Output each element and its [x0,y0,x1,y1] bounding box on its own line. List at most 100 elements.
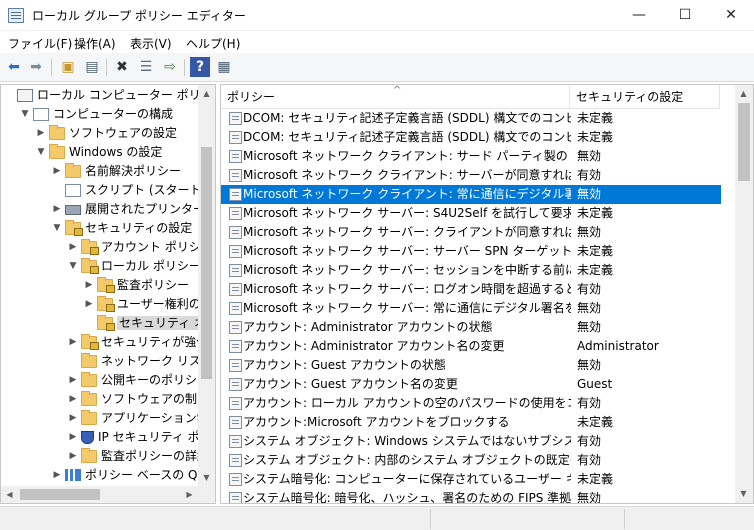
scroll-up-arrow-icon[interactable]: ▲ [198,85,215,102]
tree-item[interactable]: ▶ 展開されたプリンター [51,200,205,219]
folder-icon [49,125,65,140]
policy-row[interactable]: システム暗号化: 暗号化、ハッシュ、署名のための FIPS 準拠アルゴリ... 無… [221,489,721,503]
column-header-policy[interactable]: ポリシー ^ [221,85,570,109]
collapsed-chevron-icon[interactable]: ▶ [51,466,63,485]
menu-file[interactable]: ファイル(F) [8,35,72,52]
forward-arrow-icon[interactable]: ➡ [26,57,46,77]
tree-item[interactable]: セキュリティ オプ [83,314,215,333]
tree-item-label: 名前解決ポリシー [85,164,182,178]
lockfolder-icon [65,220,83,236]
list-scroll-thumb[interactable] [738,103,750,181]
tree-item[interactable]: スクリプト (スタートアップ [51,181,215,200]
tree-item[interactable]: ▶ 名前解決ポリシー [51,162,181,181]
tree-item[interactable]: ▶ アプリケーション制御 [67,409,215,428]
tree-item[interactable]: ▶ セキュリティが強化さ [67,333,215,352]
tree-item[interactable]: ▶ ソフトウェアの設定 [35,124,177,143]
collapsed-chevron-icon[interactable]: ▶ [67,238,79,257]
collapsed-chevron-icon[interactable]: ▶ [51,200,63,219]
policy-row[interactable]: システム暗号化: コンピューターに保存されているユーザー キーに強力な... 未定… [221,470,721,489]
policy-row[interactable]: アカウント: Guest アカウントの状態 無効 [221,356,721,375]
tree-item[interactable]: ▼ コンピューターの構成 [19,105,173,124]
close-button[interactable]: ✕ [708,0,754,31]
policy-row[interactable]: アカウント: ローカル アカウントの空のパスワードの使用をコンソール ログ...… [221,394,721,413]
tree-item[interactable]: ▶ ソフトウェアの制限の [67,390,215,409]
tree-item[interactable]: ▼ ローカル ポリシー [67,257,201,276]
show-hide-tree-icon[interactable]: ▤ [82,57,102,77]
collapsed-chevron-icon[interactable]: ▶ [83,295,95,314]
window-title: ローカル グループ ポリシー エディター [32,9,246,23]
policy-setting-value: Guest [577,377,613,391]
expanded-chevron-icon[interactable]: ▼ [51,219,63,238]
list-scroll-down-arrow-icon[interactable]: ▼ [735,485,752,502]
expanded-chevron-icon[interactable]: ▼ [35,143,47,162]
tree-item[interactable]: ▶ アカウント ポリシー [67,238,213,257]
minimize-button[interactable]: — [616,0,662,31]
tree-item[interactable]: ネットワーク リスト マ [67,352,215,371]
tree-item[interactable]: ▼ セキュリティの設定 [51,219,192,238]
policy-name: Microsoft ネットワーク サーバー: 常に通信にデジタル署名を行う [243,301,571,315]
column-header-setting[interactable]: セキュリティの設定 [570,85,720,109]
policy-row[interactable]: Microsoft ネットワーク サーバー: ログオン時間を超過するとクライア.… [221,280,721,299]
collapsed-chevron-icon[interactable]: ▶ [67,390,79,409]
policy-row[interactable]: Microsoft ネットワーク サーバー: サーバー SPN ターゲット名検証… [221,242,721,261]
menu-action[interactable]: 操作(A) [74,35,116,52]
policy-row[interactable]: システム オブジェクト: 内部のシステム オブジェクトの既定のアクセス許... 有… [221,451,721,470]
tree-item[interactable]: ▶ IP セキュリティ ポリシ [67,428,215,447]
tree-item[interactable]: ▶ 監査ポリシー [83,276,189,295]
tree-item[interactable]: ▶ ユーザー権利の割 [83,295,213,314]
policy-row[interactable]: DCOM: セキュリティ記述子定義言語 (SDDL) 構文でのコンピュータ...… [221,128,721,147]
lockfolder-icon [97,277,115,293]
policy-row[interactable]: Microsoft ネットワーク クライアント: サーバーが同意すれば、通信に.… [221,166,721,185]
collapsed-chevron-icon[interactable]: ▶ [35,124,47,143]
policy-row[interactable]: Microsoft ネットワーク クライアント: 常に通信にデジタル署名を行う無… [221,185,721,204]
maximize-button[interactable]: ☐ [662,0,708,31]
list-scroll-up-arrow-icon[interactable]: ▲ [735,85,752,102]
policy-row[interactable]: Microsoft ネットワーク サーバー: クライアントが同意すれば、通信に.… [221,223,721,242]
tree-item[interactable]: ▼ Windows の設定 [35,143,162,162]
collapsed-chevron-icon[interactable]: ▶ [67,447,79,466]
policy-row[interactable]: システム オブジェクト: Windows システムではないサブシステムのため..… [221,432,721,451]
policy-row[interactable]: アカウント: Administrator アカウント名の変更 Administra… [221,337,721,356]
policy-row[interactable]: アカウント:Microsoft アカウントをブロックする 未定義 [221,413,721,432]
policy-row[interactable]: DCOM: セキュリティ記述子定義言語 (SDDL) 構文でのコンピュータ...… [221,109,721,128]
collapsed-chevron-icon[interactable]: ▶ [67,371,79,390]
export-list-icon[interactable]: ⇨ [160,57,180,77]
delete-icon[interactable]: ✖ [112,57,132,77]
policy-row[interactable]: Microsoft ネットワーク サーバー: S4U2Self を試行して要求情… [221,204,721,223]
policy-row[interactable]: Microsoft ネットワーク サーバー: セッションを中断する前に、ある一.… [221,261,721,280]
menu-view[interactable]: 表示(V) [130,35,172,52]
tree-horizontal-scrollbar[interactable]: ◀ ▶ [1,486,215,503]
collapsed-chevron-icon[interactable]: ▶ [67,333,79,352]
tree-item[interactable]: ▶ ポリシー ベースの QoS [51,466,213,485]
policy-row[interactable]: アカウント: Guest アカウント名の変更 Guest [221,375,721,394]
tree-scroll-thumb[interactable] [201,147,212,379]
scroll-left-arrow-icon[interactable]: ◀ [1,486,18,503]
scroll-down-arrow-icon[interactable]: ▼ [198,469,215,486]
tree-hscroll-thumb[interactable] [20,489,100,500]
collapsed-chevron-icon[interactable]: ▶ [67,428,79,447]
title-bar: ローカル グループ ポリシー エディター — ☐ ✕ [0,0,754,31]
column-header-policy-label: ポリシー [227,90,276,104]
view-icon[interactable]: ▦ [214,57,234,77]
scroll-right-arrow-icon[interactable]: ▶ [181,486,198,503]
properties-icon[interactable]: ☰ [136,57,156,77]
list-vertical-scrollbar[interactable]: ▲ ▼ [735,85,753,503]
collapsed-chevron-icon[interactable]: ▶ [51,162,63,181]
policy-row[interactable]: Microsoft ネットワーク サーバー: 常に通信にデジタル署名を行う 無効 [221,299,721,318]
up-folder-icon[interactable]: ▣ [58,57,78,77]
tree-item[interactable]: ローカル コンピューター ポリシー [3,86,215,105]
help-icon[interactable]: ? [190,57,210,77]
back-arrow-icon[interactable]: ⬅ [4,57,24,77]
policy-row[interactable]: Microsoft ネットワーク クライアント: サード パーティ製の SMB … [221,147,721,166]
menu-help[interactable]: ヘルプ(H) [186,35,240,52]
expanded-chevron-icon[interactable]: ▼ [19,105,31,124]
policy-row[interactable]: アカウント: Administrator アカウントの状態 無効 [221,318,721,337]
tree-item[interactable]: ▶ 公開キーのポリシー [67,371,209,390]
collapsed-chevron-icon[interactable]: ▶ [67,409,79,428]
tree-item[interactable]: ▶ 監査ポリシーの詳細 [67,447,209,466]
expanded-chevron-icon[interactable]: ▼ [67,257,79,276]
policy-setting-value: 無効 [577,149,602,163]
tree-vertical-scrollbar[interactable]: ▲ ▼ [198,85,215,486]
tree-item-label: 監査ポリシーの詳細 [101,449,210,463]
collapsed-chevron-icon[interactable]: ▶ [83,276,95,295]
